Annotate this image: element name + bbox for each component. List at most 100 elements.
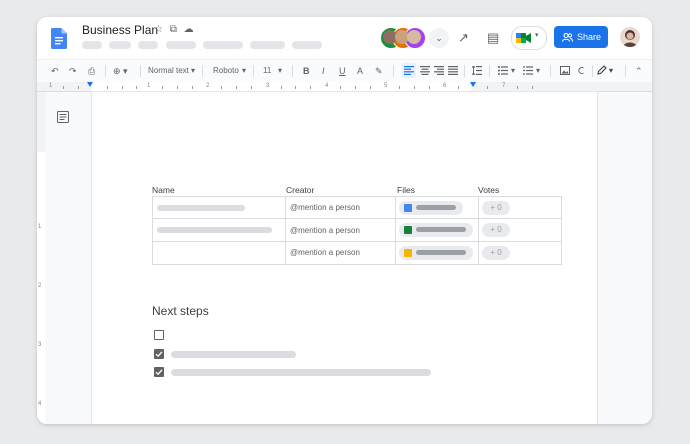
vertical-ruler-number: 1: [38, 224, 42, 230]
activity-trend-icon[interactable]: ↗: [458, 30, 469, 46]
menu-item-edit[interactable]: [109, 41, 131, 49]
ruler-tick: [458, 86, 459, 89]
collaborator-avatar[interactable]: [407, 30, 421, 44]
vertical-ruler-number: 4: [38, 401, 42, 407]
font-select[interactable]: Roboto: [213, 63, 239, 79]
font-size-select[interactable]: 11: [263, 63, 271, 79]
clear-formatting-icon[interactable]: [577, 66, 585, 75]
toolbar-divider: [393, 65, 394, 77]
menu-item-insert[interactable]: [166, 41, 196, 49]
share-button[interactable]: Share: [554, 26, 608, 48]
toolbar-divider: [550, 65, 551, 77]
font-dropdown-icon[interactable]: ▾: [242, 63, 246, 79]
undo-icon[interactable]: ↶: [51, 64, 59, 78]
vote-chip[interactable]: + 0: [482, 201, 510, 215]
left-indent-marker[interactable]: [87, 82, 93, 87]
table-row-name-placeholder[interactable]: [157, 227, 272, 233]
font-size-dropdown-icon[interactable]: ▾: [278, 63, 282, 79]
numbered-list-dropdown-icon[interactable]: ▾: [536, 63, 540, 79]
comments-icon[interactable]: ▤: [487, 30, 499, 46]
insert-image-icon[interactable]: [560, 66, 570, 75]
ruler-tick: [429, 86, 430, 89]
menu-item-file[interactable]: [82, 41, 102, 49]
highlight-icon[interactable]: ✎: [375, 63, 383, 79]
task-text-placeholder[interactable]: [171, 369, 431, 376]
ruler-tick: [517, 86, 518, 89]
next-steps-heading: Next steps: [152, 304, 209, 318]
task-checkbox-unchecked[interactable]: [154, 330, 164, 340]
ruler-tick: [532, 86, 533, 89]
italic-button[interactable]: I: [322, 63, 325, 79]
align-center-icon[interactable]: [420, 66, 430, 75]
menu-item-tools[interactable]: [250, 41, 285, 49]
ruler-tick: [414, 86, 415, 89]
table-border: [152, 241, 561, 242]
line-spacing-icon[interactable]: [472, 66, 482, 75]
zoom-select[interactable]: ⊕ ▾: [113, 64, 128, 78]
right-indent-marker[interactable]: [470, 82, 476, 87]
menu-item-format[interactable]: [203, 41, 243, 49]
menu-item-help[interactable]: [292, 41, 322, 49]
table-border: [285, 196, 286, 265]
user-avatar[interactable]: [620, 27, 640, 47]
title-actions-icons[interactable]: ☆ ⧉ ☁: [154, 24, 196, 35]
table-header-files: Files: [397, 185, 415, 195]
editing-mode-pencil-icon[interactable]: [597, 65, 607, 75]
ruler-tick: [162, 86, 163, 89]
horizontal-ruler[interactable]: 1 1 2 3 4 5 6 7: [37, 82, 652, 92]
print-icon[interactable]: ⎙: [88, 64, 95, 78]
file-smart-chip[interactable]: [399, 201, 463, 215]
task-checkbox-checked[interactable]: [154, 349, 164, 359]
docs-logo-icon[interactable]: [51, 28, 67, 49]
ruler-tick: [340, 86, 341, 89]
vote-chip[interactable]: + 0: [482, 246, 510, 260]
numbered-list-icon[interactable]: [523, 66, 533, 75]
person-mention-field[interactable]: @mention a person: [290, 248, 360, 257]
file-smart-chip[interactable]: [399, 223, 473, 237]
person-mention-field[interactable]: @mention a person: [290, 226, 360, 235]
text-color-button[interactable]: A: [357, 63, 363, 79]
document-title[interactable]: Business Plan: [82, 23, 158, 37]
vertical-ruler[interactable]: 1 2 3 4: [37, 92, 45, 424]
underline-button[interactable]: U: [339, 63, 346, 79]
more-collaborators-icon[interactable]: ⌄: [428, 27, 450, 49]
bulleted-list-dropdown-icon[interactable]: ▾: [511, 63, 515, 79]
ruler-number: 6: [443, 83, 447, 89]
meet-button[interactable]: ▾: [511, 26, 547, 50]
file-name-placeholder: [416, 227, 466, 232]
style-select[interactable]: Normal text: [148, 63, 189, 79]
file-smart-chip[interactable]: [399, 246, 473, 260]
ruler-tick: [122, 86, 123, 89]
task-checkbox-checked[interactable]: [154, 367, 164, 377]
justify-icon[interactable]: [448, 66, 458, 75]
bold-button[interactable]: B: [303, 63, 310, 79]
share-label: Share: [577, 32, 602, 42]
task-text-placeholder[interactable]: [171, 351, 296, 358]
redo-icon[interactable]: ↷: [69, 64, 77, 78]
person-mention-field[interactable]: @mention a person: [290, 203, 360, 212]
toolbar-divider: [592, 65, 593, 77]
share-people-icon: [562, 33, 573, 42]
vote-chip[interactable]: + 0: [482, 223, 510, 237]
ruler-tick: [487, 86, 488, 89]
menu-item-view[interactable]: [138, 41, 158, 49]
collapse-toolbar-icon[interactable]: ⌃: [635, 63, 643, 79]
style-dropdown-icon[interactable]: ▾: [191, 63, 195, 79]
ruler-tick: [295, 86, 296, 89]
toolbar-divider: [140, 65, 141, 77]
editing-mode-dropdown-icon[interactable]: ▾: [609, 63, 613, 79]
align-left-icon[interactable]: [404, 66, 414, 75]
document-outline-icon[interactable]: [57, 111, 69, 123]
bulleted-list-icon[interactable]: [498, 66, 508, 75]
ruler-number: 2: [206, 83, 210, 89]
table-header-creator: Creator: [286, 185, 315, 195]
align-right-icon[interactable]: [434, 66, 444, 75]
ruler-number: 7: [502, 83, 506, 89]
toolbar-divider: [464, 65, 465, 77]
ruler-tick: [192, 86, 193, 89]
ruler-tick: [310, 86, 311, 89]
table-row-name-placeholder[interactable]: [157, 205, 245, 211]
table-header-votes: Votes: [478, 185, 500, 195]
ruler-tick: [107, 86, 108, 89]
sheets-file-icon: [404, 226, 412, 234]
